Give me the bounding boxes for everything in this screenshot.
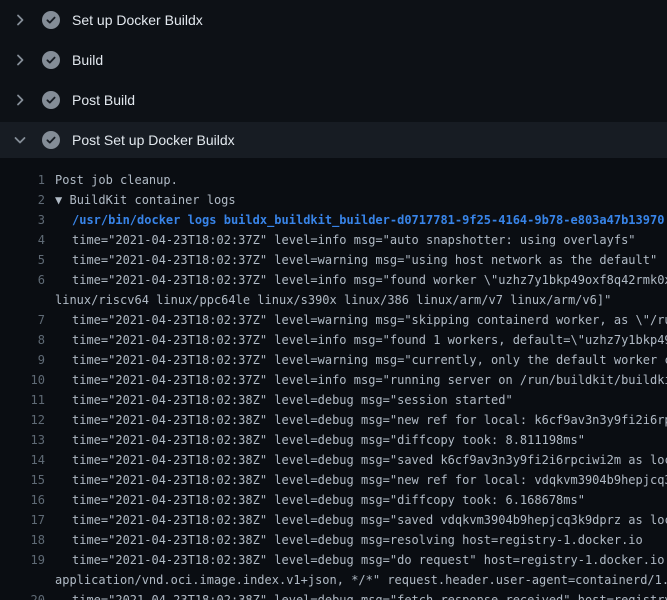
log-line-text: time="2021-04-23T18:02:38Z" level=debug … — [72, 590, 667, 600]
log-line-text: time="2021-04-23T18:02:38Z" level=debug … — [72, 510, 667, 530]
log-line-number — [0, 570, 45, 590]
log-row: 3/usr/bin/docker logs buildx_buildkit_bu… — [0, 210, 667, 230]
step-row-set-up-docker-buildx[interactable]: Set up Docker Buildx — [0, 0, 667, 40]
chevron-right-icon — [12, 52, 28, 68]
log-row: 6 time="2021-04-23T18:02:37Z" level=info … — [0, 270, 667, 290]
log-line-number[interactable]: 12 — [0, 410, 45, 430]
log-row: 10 time="2021-04-23T18:02:37Z" level=info… — [0, 370, 667, 390]
log-row: 11 time="2021-04-23T18:02:38Z" level=debu… — [0, 390, 667, 410]
log-line-number[interactable]: 3 — [0, 210, 45, 230]
step-label: Post Set up Docker Buildx — [72, 132, 235, 148]
log-line-text: time="2021-04-23T18:02:37Z" level=info m… — [72, 270, 667, 290]
log-line-text: BuildKit container logs — [69, 193, 235, 207]
log-line-text: time="2021-04-23T18:02:37Z" level=info m… — [72, 370, 667, 390]
log-line-number[interactable]: 8 — [0, 330, 45, 350]
log-row: 4 time="2021-04-23T18:02:37Z" level=info … — [0, 230, 667, 250]
check-circle-icon — [42, 91, 60, 109]
log-line-text: application/vnd.oci.image.index.v1+json,… — [55, 570, 667, 590]
log-row: 20 time="2021-04-23T18:02:38Z" level=debu… — [0, 590, 667, 600]
log-command-text: /usr/bin/docker logs buildx_buildkit_bui… — [72, 210, 664, 230]
log-line-number — [0, 290, 45, 310]
log-line-number[interactable]: 5 — [0, 250, 45, 270]
log-row: 7 time="2021-04-23T18:02:37Z" level=warni… — [0, 310, 667, 330]
log-line-text: time="2021-04-23T18:02:38Z" level=debug … — [72, 410, 667, 430]
log-line-text: time="2021-04-23T18:02:37Z" level=warnin… — [72, 250, 657, 270]
log-line-number[interactable]: 7 — [0, 310, 45, 330]
log-group-toggle[interactable]: ▼ BuildKit container logs — [55, 190, 236, 210]
log-row: 5 time="2021-04-23T18:02:37Z" level=warni… — [0, 250, 667, 270]
step-row-post-build[interactable]: Post Build — [0, 80, 667, 120]
log-line-number[interactable]: 11 — [0, 390, 45, 410]
log-line-text: time="2021-04-23T18:02:37Z" level=info m… — [72, 230, 636, 250]
log-row: 16 time="2021-04-23T18:02:38Z" level=debu… — [0, 490, 667, 510]
log-line-text: time="2021-04-23T18:02:38Z" level=debug … — [72, 490, 585, 510]
log-row-continuation: application/vnd.oci.image.index.v1+json,… — [0, 570, 667, 590]
log-line-text: time="2021-04-23T18:02:37Z" level=warnin… — [72, 310, 667, 330]
check-circle-icon — [42, 131, 60, 149]
log-line-text: time="2021-04-23T18:02:38Z" level=debug … — [72, 450, 667, 470]
log-line-number[interactable]: 17 — [0, 510, 45, 530]
log-line-text: time="2021-04-23T18:02:38Z" level=debug … — [72, 470, 667, 490]
log-line-text: time="2021-04-23T18:02:38Z" level=debug … — [72, 530, 643, 550]
log-row: 15 time="2021-04-23T18:02:38Z" level=debu… — [0, 470, 667, 490]
log-line-number[interactable]: 14 — [0, 450, 45, 470]
step-row-build[interactable]: Build — [0, 40, 667, 80]
log-row-continuation: linux/riscv64 linux/ppc64le linux/s390x … — [0, 290, 667, 310]
log-row: 12 time="2021-04-23T18:02:38Z" level=debu… — [0, 410, 667, 430]
log-row: 9 time="2021-04-23T18:02:37Z" level=warni… — [0, 350, 667, 370]
log-row: 13 time="2021-04-23T18:02:38Z" level=debu… — [0, 430, 667, 450]
check-circle-icon — [42, 51, 60, 69]
log-line-text: time="2021-04-23T18:02:37Z" level=info m… — [72, 330, 667, 350]
log-line-number[interactable]: 19 — [0, 550, 45, 570]
log-line-text: time="2021-04-23T18:02:38Z" level=debug … — [72, 390, 513, 410]
log-line-number[interactable]: 20 — [0, 590, 45, 600]
log-row: 2 ▼ BuildKit container logs — [0, 190, 667, 210]
chevron-right-icon — [12, 12, 28, 28]
log-row: 19 time="2021-04-23T18:02:38Z" level=debu… — [0, 550, 667, 570]
log-row: 17 time="2021-04-23T18:02:38Z" level=debu… — [0, 510, 667, 530]
steps-list: Set up Docker Buildx Build Post Build Post … — [0, 0, 667, 158]
log-row: 8 time="2021-04-23T18:02:37Z" level=info … — [0, 330, 667, 350]
step-label: Build — [72, 52, 103, 68]
log-line-text: Post job cleanup. — [55, 170, 178, 190]
log-row: 1 Post job cleanup. — [0, 170, 667, 190]
log-line-number[interactable]: 16 — [0, 490, 45, 510]
log-row: 18 time="2021-04-23T18:02:38Z" level=debu… — [0, 530, 667, 550]
step-row-post-set-up-docker-buildx[interactable]: Post Set up Docker Buildx — [0, 122, 667, 158]
log-line-number[interactable]: 2 — [0, 190, 45, 210]
log-line-number[interactable]: 10 — [0, 370, 45, 390]
log-line-number[interactable]: 9 — [0, 350, 45, 370]
log-line-number[interactable]: 13 — [0, 430, 45, 450]
log-line-number[interactable]: 15 — [0, 470, 45, 490]
step-label: Set up Docker Buildx — [72, 12, 203, 28]
log-line-text: time="2021-04-23T18:02:38Z" level=debug … — [72, 430, 585, 450]
chevron-down-icon — [12, 132, 28, 148]
log-line-number[interactable]: 6 — [0, 270, 45, 290]
log-line-text: linux/riscv64 linux/ppc64le linux/s390x … — [55, 290, 611, 310]
chevron-right-icon — [12, 92, 28, 108]
group-expanded-triangle-icon: ▼ — [55, 193, 62, 207]
step-label: Post Build — [72, 92, 135, 108]
check-circle-icon — [42, 11, 60, 29]
log-view: 1 Post job cleanup. 2 ▼ BuildKit container … — [0, 158, 667, 600]
log-line-number[interactable]: 4 — [0, 230, 45, 250]
log-line-text: time="2021-04-23T18:02:38Z" level=debug … — [72, 550, 667, 570]
log-line-number[interactable]: 18 — [0, 530, 45, 550]
log-line-number[interactable]: 1 — [0, 170, 45, 190]
log-line-text: time="2021-04-23T18:02:37Z" level=warnin… — [72, 350, 667, 370]
log-row: 14 time="2021-04-23T18:02:38Z" level=debu… — [0, 450, 667, 470]
